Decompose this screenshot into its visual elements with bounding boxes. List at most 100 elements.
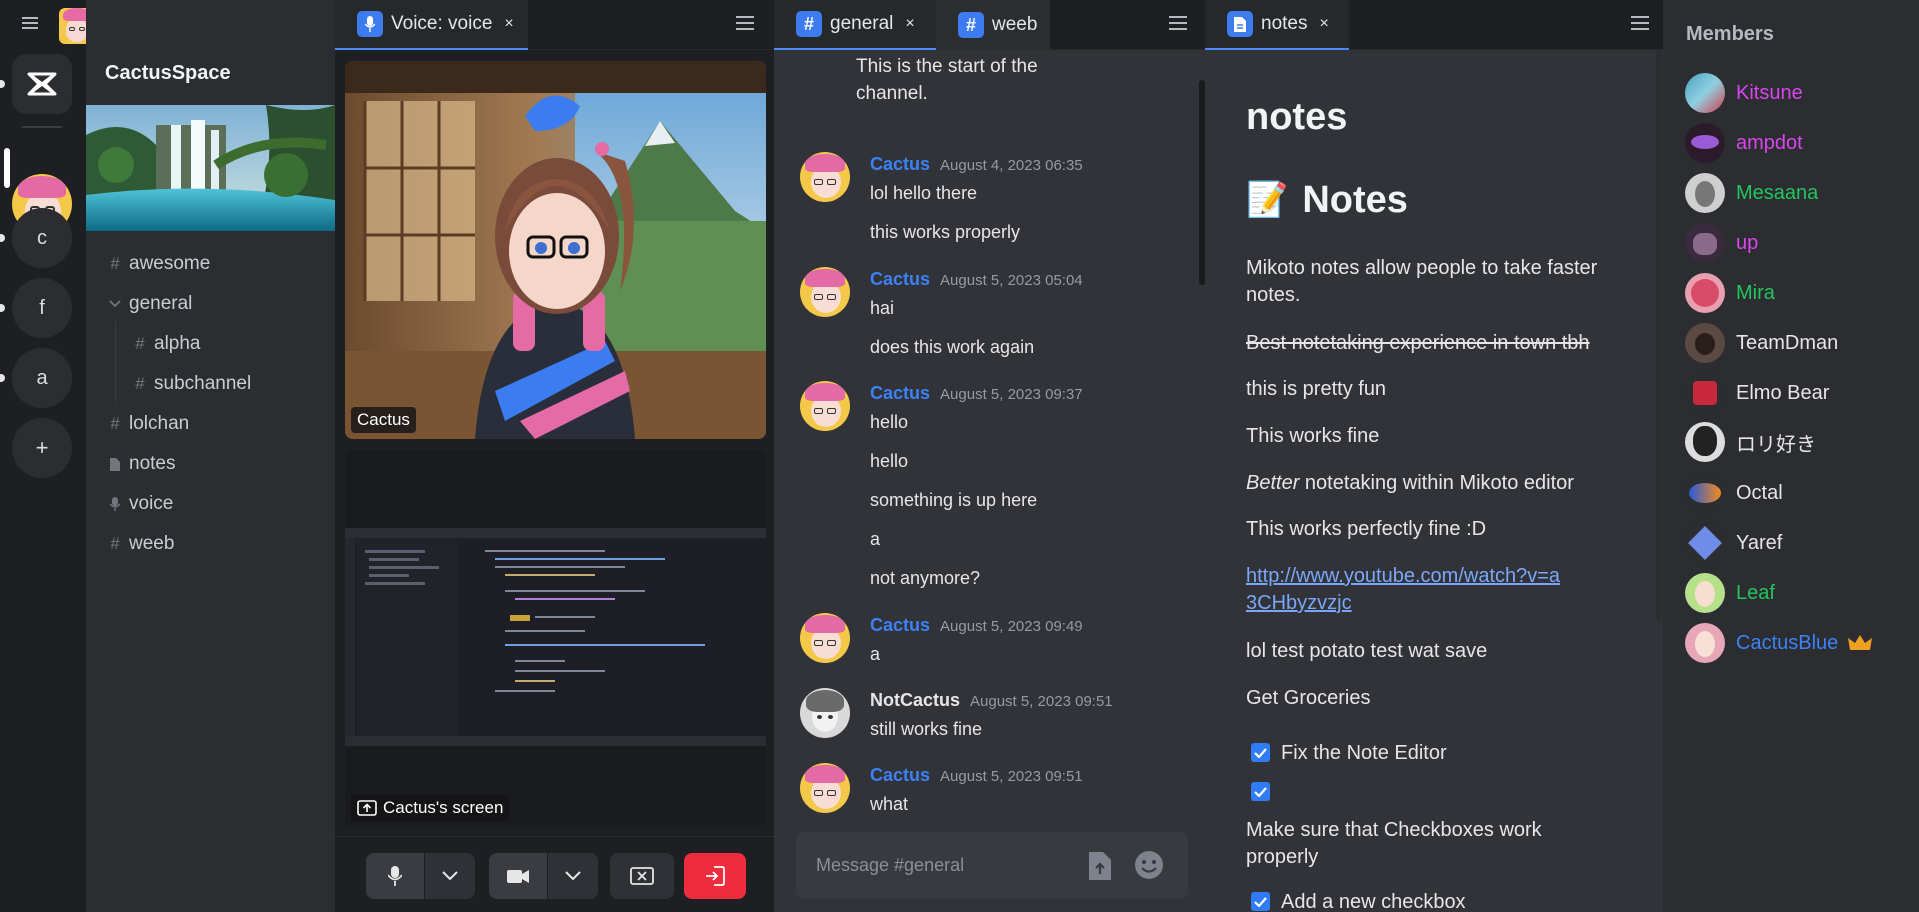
pane-menu-icon[interactable]	[1169, 16, 1187, 30]
author-avatar[interactable]	[800, 763, 850, 813]
member-name: CactusBlue	[1736, 631, 1839, 654]
member-avatar	[1685, 123, 1725, 163]
camera-icon	[507, 869, 529, 883]
leave-icon	[706, 866, 725, 886]
member-item[interactable]: CactusBlue	[1685, 623, 1873, 663]
close-tab-icon[interactable]: ×	[504, 15, 513, 33]
add-server-button[interactable]: +	[12, 418, 72, 478]
checklist-label[interactable]: Make sure that Checkboxes work properly	[1246, 817, 1576, 871]
stop-screen-share-button[interactable]	[610, 853, 674, 899]
app-home-button[interactable]	[12, 54, 72, 114]
message-author[interactable]: Cactus	[870, 269, 930, 290]
checkbox-checked[interactable]	[1251, 743, 1270, 762]
member-item[interactable]: Leaf	[1685, 573, 1775, 613]
message-author[interactable]: Cactus	[870, 765, 930, 786]
note-paragraph[interactable]: this is pretty fun	[1246, 376, 1386, 403]
author-avatar[interactable]	[800, 381, 850, 431]
message-input[interactable]: Message #general	[816, 855, 964, 876]
message-text: what	[870, 794, 909, 814]
checkbox-checked[interactable]	[1251, 892, 1270, 911]
member-item[interactable]: ampdot	[1685, 123, 1803, 163]
author-avatar[interactable]	[800, 267, 850, 317]
note-paragraph[interactable]: Better notetaking within Mikoto editor	[1246, 470, 1574, 497]
channel-lolchan[interactable]: # lolchan	[105, 406, 189, 442]
message-text: not anymore?	[870, 568, 981, 588]
member-item[interactable]: Mira	[1685, 273, 1775, 313]
note-paragraph[interactable]: lol test potato test wat save	[1246, 638, 1487, 665]
member-avatar	[1685, 73, 1725, 113]
channel-alpha[interactable]: # alpha	[130, 326, 200, 362]
hash-icon: #	[135, 374, 145, 393]
member-item[interactable]: Yaref	[1685, 523, 1782, 563]
message-author[interactable]: NotCactus	[870, 690, 960, 711]
channel-label: voice	[129, 493, 174, 514]
channel-general[interactable]: general	[105, 286, 192, 322]
message-author[interactable]: Cactus	[870, 154, 930, 175]
member-item[interactable]: ロリ好き	[1685, 422, 1816, 462]
tab-voice[interactable]: Voice: voice ×	[335, 0, 528, 50]
member-item[interactable]: Kitsune	[1685, 73, 1803, 113]
checklist-label[interactable]: Fix the Note Editor	[1281, 740, 1447, 767]
hash-icon: #	[135, 334, 145, 353]
channel-notes[interactable]: notes	[105, 446, 175, 482]
member-item[interactable]: Mesaana	[1685, 173, 1818, 213]
close-tab-icon[interactable]: ×	[905, 15, 914, 33]
channel-label: awesome	[129, 253, 211, 274]
checkbox-checked[interactable]	[1251, 782, 1270, 801]
member-avatar	[1685, 573, 1725, 613]
note-paragraph[interactable]: Get Groceries	[1246, 685, 1370, 712]
video-tile-cactus[interactable]: Cactus	[345, 61, 766, 439]
member-name: Kitsune	[1736, 81, 1803, 104]
space-name: CactusSpace	[105, 62, 231, 84]
checklist-label[interactable]: Add a new checkbox	[1281, 889, 1466, 912]
note-paragraph[interactable]: This works fine	[1246, 423, 1379, 450]
server-f-button[interactable]: f	[12, 278, 72, 338]
leave-call-button[interactable]	[684, 853, 746, 899]
server-c-button[interactable]: c	[12, 208, 72, 268]
message-author[interactable]: Cactus	[870, 615, 930, 636]
microphone-options-button[interactable]	[425, 853, 475, 899]
note-paragraph[interactable]: Mikoto notes allow people to take faster…	[1246, 255, 1606, 309]
author-avatar[interactable]	[800, 613, 850, 663]
channel-awesome[interactable]: # awesome	[105, 246, 210, 282]
tab-weeb[interactable]: # weeb	[936, 0, 1050, 50]
channel-label: lolchan	[129, 413, 190, 434]
member-item[interactable]: Octal	[1685, 473, 1783, 513]
note-strikethrough[interactable]: Best notetaking experience in town tbh	[1246, 330, 1590, 357]
author-avatar[interactable]	[800, 152, 850, 202]
channel-subchannel[interactable]: # subchannel	[130, 366, 251, 402]
server-c-label: c	[37, 226, 47, 249]
channel-voice[interactable]: voice	[105, 486, 173, 522]
message-composer[interactable]: Message #general	[796, 832, 1188, 899]
mute-microphone-button[interactable]	[366, 853, 424, 899]
channel-label: weeb	[129, 533, 175, 554]
tab-notes[interactable]: notes ×	[1205, 0, 1349, 50]
chevron-down-icon[interactable]	[105, 300, 125, 308]
tab-general[interactable]: # general ×	[774, 0, 936, 50]
note-paragraph[interactable]: This works perfectly fine :D	[1246, 516, 1486, 543]
message-text: does this work again	[870, 337, 1035, 357]
pane-menu-icon[interactable]	[1631, 16, 1649, 30]
note-link[interactable]: http://www.youtube.com/watch?v=a3CHbyzvz…	[1246, 563, 1566, 617]
scrollbar[interactable]	[1656, 50, 1662, 620]
screen-share-tile[interactable]: Cactus's screen	[345, 450, 766, 827]
member-name: Yaref	[1736, 531, 1783, 554]
camera-options-button[interactable]	[548, 853, 598, 899]
pane-menu-icon[interactable]	[736, 16, 754, 30]
channel-weeb[interactable]: # weeb	[105, 526, 174, 562]
members-sidebar: Members Kitsune ampdot Mesaana up Mira T…	[1663, 0, 1919, 912]
document-icon	[1227, 11, 1253, 37]
member-item[interactable]: TeamDman	[1685, 323, 1838, 363]
upload-file-icon[interactable]	[1089, 852, 1111, 880]
author-avatar[interactable]	[800, 688, 850, 738]
toggle-camera-button[interactable]	[489, 853, 547, 899]
member-avatar	[1685, 373, 1725, 413]
close-tab-icon[interactable]: ×	[1319, 15, 1328, 33]
message-author[interactable]: Cactus	[870, 383, 930, 404]
server-a-button[interactable]: a	[12, 348, 72, 408]
member-item[interactable]: up	[1685, 223, 1758, 263]
emoji-icon[interactable]	[1134, 850, 1164, 880]
hamburger-menu-icon[interactable]	[22, 17, 38, 29]
microphone-icon	[105, 497, 125, 511]
member-item[interactable]: Elmo Bear	[1685, 373, 1829, 413]
